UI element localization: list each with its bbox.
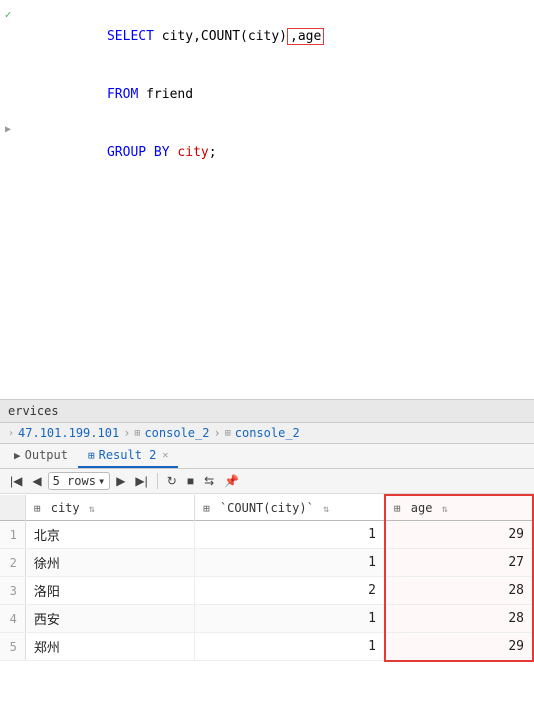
col-city: city	[162, 29, 193, 44]
result-table-container[interactable]: ⊞ city ⇅ ⊞ `COUNT(city)` ⇅ ⊞ age ⇅	[0, 494, 534, 726]
cell-count: 1	[195, 521, 385, 549]
table-body: 1北京1292徐州1273洛阳2284西安1285郑州129	[0, 521, 533, 661]
cell-city: 西安	[25, 605, 194, 633]
breadcrumb-db2[interactable]: console_2	[235, 426, 300, 440]
keyword-from: FROM	[107, 87, 146, 102]
line-content-3: GROUP BY city;	[56, 124, 534, 182]
breadcrumb-sep2: ›	[213, 426, 220, 440]
line-number-2	[16, 66, 56, 88]
th-city[interactable]: ⊞ city ⇅	[25, 495, 194, 521]
table-name: friend	[146, 87, 193, 102]
output-tab-icon: ▶	[14, 449, 21, 462]
cell-count: 2	[195, 577, 385, 605]
semicolon: ;	[209, 145, 217, 160]
line-content-1: SELECT city,COUNT(city),age	[56, 8, 534, 66]
result-toolbar: |◀ ◀ 5 rows ▾ ▶ ▶| ↻ ■ ⇆ 📌	[0, 469, 534, 494]
age-sort-icon[interactable]: ⇅	[442, 504, 448, 515]
highlight-age: ,age	[287, 28, 324, 45]
editor-line-2: FROM friend	[0, 66, 534, 124]
table-row: 5郑州129	[0, 633, 533, 661]
editor-line-3: ▶ GROUP BY city;	[0, 124, 534, 182]
breadcrumb-db-icon2: ⊞	[225, 428, 231, 439]
breadcrumb-db-icon1: ⊞	[134, 428, 140, 439]
cell-city: 北京	[25, 521, 194, 549]
sql-editor[interactable]: ✓ SELECT city,COUNT(city),age FROM frien…	[0, 0, 534, 400]
tab-result2-close[interactable]: ✕	[162, 450, 168, 461]
last-page-button[interactable]: ▶|	[131, 472, 151, 490]
cell-age: 28	[385, 577, 533, 605]
age-col-icon: ⊞	[394, 502, 401, 515]
cell-count: 1	[195, 605, 385, 633]
th-rownum	[0, 495, 25, 521]
pin-button[interactable]: 📌	[220, 472, 243, 490]
th-age-label: age	[411, 501, 433, 515]
th-count[interactable]: ⊞ `COUNT(city)` ⇅	[195, 495, 385, 521]
city-sort-icon[interactable]: ⇅	[89, 504, 95, 515]
result-table: ⊞ city ⇅ ⊞ `COUNT(city)` ⇅ ⊞ age ⇅	[0, 494, 534, 662]
cell-rownum: 5	[0, 633, 25, 661]
cell-rownum: 1	[0, 521, 25, 549]
breadcrumb-sep1: ›	[123, 426, 130, 440]
bottom-panel: ervices › 47.101.199.101 › ⊞ console_2 ›…	[0, 400, 534, 726]
services-bar: ervices	[0, 400, 534, 423]
count-col-icon: ⊞	[203, 502, 210, 515]
groupby-col: city	[177, 145, 208, 160]
breadcrumb-start-icon: ›	[8, 428, 14, 439]
tab-result2-label: Result 2	[99, 448, 157, 462]
next-page-button[interactable]: ▶	[112, 472, 129, 490]
table-row: 1北京129	[0, 521, 533, 549]
breadcrumb-ip[interactable]: 47.101.199.101	[18, 426, 119, 440]
cell-city: 徐州	[25, 549, 194, 577]
toolbar-sep1	[157, 473, 158, 489]
count-sort-icon[interactable]: ⇅	[323, 504, 329, 515]
cell-rownum: 3	[0, 577, 25, 605]
cell-rownum: 4	[0, 605, 25, 633]
cell-count: 1	[195, 549, 385, 577]
tab-output-label: Output	[25, 448, 68, 462]
check-icon: ✓	[5, 8, 12, 21]
cell-count: 1	[195, 633, 385, 661]
export-button[interactable]: ⇆	[200, 472, 218, 490]
cell-age: 27	[385, 549, 533, 577]
table-row: 3洛阳228	[0, 577, 533, 605]
result2-tab-icon: ⊞	[88, 449, 95, 462]
th-count-label: `COUNT(city)`	[220, 501, 314, 515]
th-city-label: city	[51, 501, 80, 515]
line-number-1	[16, 8, 56, 30]
city-col-icon: ⊞	[34, 502, 41, 515]
table-header-row: ⊞ city ⇅ ⊞ `COUNT(city)` ⇅ ⊞ age ⇅	[0, 495, 533, 521]
tab-result2[interactable]: ⊞ Result 2 ✕	[78, 444, 178, 468]
cell-rownum: 2	[0, 549, 25, 577]
line-indicator-3: ▶	[0, 124, 16, 135]
table-row: 2徐州127	[0, 549, 533, 577]
arrow-icon: ▶	[5, 124, 11, 135]
rows-selector[interactable]: 5 rows ▾	[48, 472, 111, 490]
cell-age: 29	[385, 633, 533, 661]
table-row: 4西安128	[0, 605, 533, 633]
first-page-button[interactable]: |◀	[6, 472, 26, 490]
prev-page-button[interactable]: ◀	[28, 472, 45, 490]
tab-output[interactable]: ▶ Output	[4, 444, 78, 468]
cell-age: 28	[385, 605, 533, 633]
refresh-button[interactable]: ↻	[163, 472, 181, 490]
line-content-2: FROM friend	[56, 66, 534, 124]
rows-label: 5 rows	[53, 474, 96, 488]
tabs-bar: ▶ Output ⊞ Result 2 ✕	[0, 444, 534, 469]
line-indicator-1: ✓	[0, 8, 16, 21]
cell-city: 洛阳	[25, 577, 194, 605]
rows-dropdown-icon: ▾	[98, 474, 105, 488]
editor-line-1: ✓ SELECT city,COUNT(city),age	[0, 8, 534, 66]
col-count: ,COUNT(city)	[193, 29, 287, 44]
keyword-groupby: GROUP BY	[107, 145, 177, 160]
keyword-select: SELECT	[107, 29, 162, 44]
breadcrumb-db1[interactable]: console_2	[144, 426, 209, 440]
cell-age: 29	[385, 521, 533, 549]
stop-button[interactable]: ■	[183, 472, 198, 490]
cell-city: 郑州	[25, 633, 194, 661]
breadcrumb-bar: › 47.101.199.101 › ⊞ console_2 › ⊞ conso…	[0, 423, 534, 444]
services-label: ervices	[8, 404, 59, 418]
th-age[interactable]: ⊞ age ⇅	[385, 495, 533, 521]
line-number-3	[16, 124, 56, 146]
